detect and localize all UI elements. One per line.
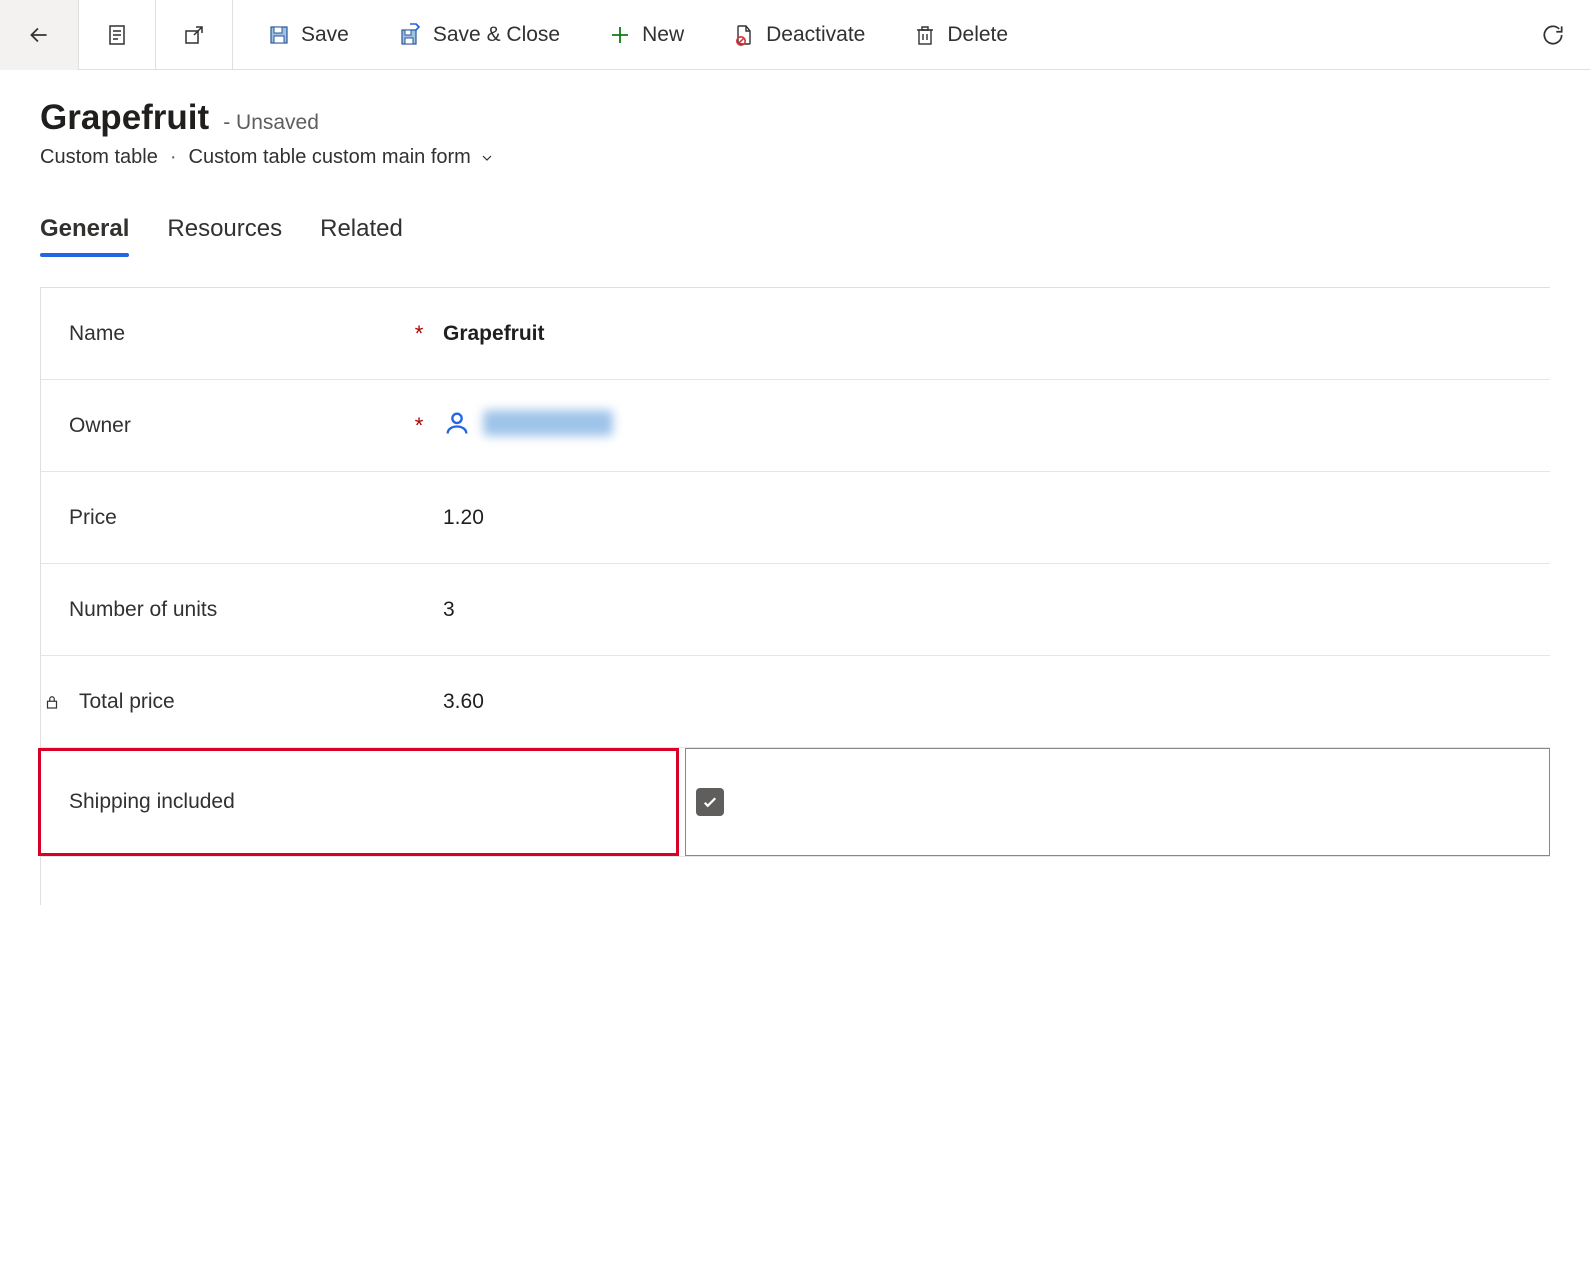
header-title-row: Grapefruit - Unsaved xyxy=(40,98,1550,138)
new-button[interactable]: New xyxy=(584,0,708,70)
chevron-down-icon xyxy=(479,150,495,166)
field-name-label: Name xyxy=(69,322,125,346)
person-icon xyxy=(443,409,471,437)
form-icon xyxy=(105,23,129,47)
command-bar: Save Save & Close New Deactivate Delete xyxy=(0,0,1590,70)
field-shipping-input[interactable] xyxy=(685,748,1550,856)
form-name-label: Custom table custom main form xyxy=(189,146,471,169)
refresh-icon xyxy=(1540,22,1566,48)
new-label: New xyxy=(642,23,684,47)
field-total-label: Total price xyxy=(79,690,175,714)
field-owner-value[interactable] xyxy=(429,409,1550,443)
form-selector-button[interactable] xyxy=(79,0,156,70)
save-close-button[interactable]: Save & Close xyxy=(373,0,584,70)
highlight-annotation: Shipping included xyxy=(38,748,679,856)
save-label: Save xyxy=(301,23,349,47)
form-switcher[interactable]: Custom table custom main form xyxy=(189,146,495,169)
tab-strip: General Resources Related xyxy=(40,215,1550,253)
tab-related[interactable]: Related xyxy=(320,215,403,253)
popout-icon xyxy=(182,23,206,47)
deactivate-icon xyxy=(732,23,756,47)
field-shipping-row: Shipping included xyxy=(41,748,1550,857)
field-units-label: Number of units xyxy=(69,598,217,622)
save-close-icon xyxy=(397,22,423,48)
arrow-left-icon xyxy=(26,22,52,48)
field-price-row[interactable]: Price 1.20 xyxy=(41,472,1550,564)
tab-resources[interactable]: Resources xyxy=(167,215,282,253)
deactivate-button[interactable]: Deactivate xyxy=(708,0,889,70)
field-owner-label: Owner xyxy=(69,414,131,438)
command-group: Save Save & Close New Deactivate Delete xyxy=(233,0,1590,70)
save-button[interactable]: Save xyxy=(243,0,373,70)
required-indicator: * xyxy=(409,413,429,439)
field-name-row[interactable]: Name * Grapefruit xyxy=(41,288,1550,380)
form-content: Grapefruit - Unsaved Custom table · Cust… xyxy=(0,70,1590,933)
form-panel: Name * Grapefruit Owner * Pric xyxy=(40,287,1550,905)
field-owner-row[interactable]: Owner * xyxy=(41,380,1550,472)
back-button[interactable] xyxy=(0,0,79,70)
separator-dot: · xyxy=(170,146,177,169)
record-status: - Unsaved xyxy=(223,111,319,135)
field-price-value[interactable]: 1.20 xyxy=(429,506,1550,530)
refresh-button[interactable] xyxy=(1516,0,1590,70)
required-indicator: * xyxy=(409,321,429,347)
plus-icon xyxy=(608,23,632,47)
entity-name: Custom table xyxy=(40,146,158,169)
field-total-row: Total price 3.60 xyxy=(41,656,1550,748)
deactivate-label: Deactivate xyxy=(766,23,865,47)
open-new-window-button[interactable] xyxy=(156,0,233,70)
checkbox-checked[interactable] xyxy=(696,788,724,816)
field-units-value[interactable]: 3 xyxy=(429,598,1550,622)
field-name-value[interactable]: Grapefruit xyxy=(429,322,1550,346)
save-close-label: Save & Close xyxy=(433,23,560,47)
form-footer-spacer xyxy=(41,857,1550,905)
trash-icon xyxy=(913,23,937,47)
owner-name-redacted xyxy=(483,410,613,436)
field-price-label: Price xyxy=(69,506,117,530)
lock-icon xyxy=(41,693,63,711)
field-units-row[interactable]: Number of units 3 xyxy=(41,564,1550,656)
tab-general[interactable]: General xyxy=(40,215,129,253)
field-shipping-label: Shipping included xyxy=(69,790,235,814)
save-icon xyxy=(267,23,291,47)
field-total-value: 3.60 xyxy=(429,690,1550,714)
record-title: Grapefruit xyxy=(40,98,209,138)
delete-label: Delete xyxy=(947,23,1008,47)
header-subtitle-row: Custom table · Custom table custom main … xyxy=(40,146,1550,169)
delete-button[interactable]: Delete xyxy=(889,0,1032,70)
